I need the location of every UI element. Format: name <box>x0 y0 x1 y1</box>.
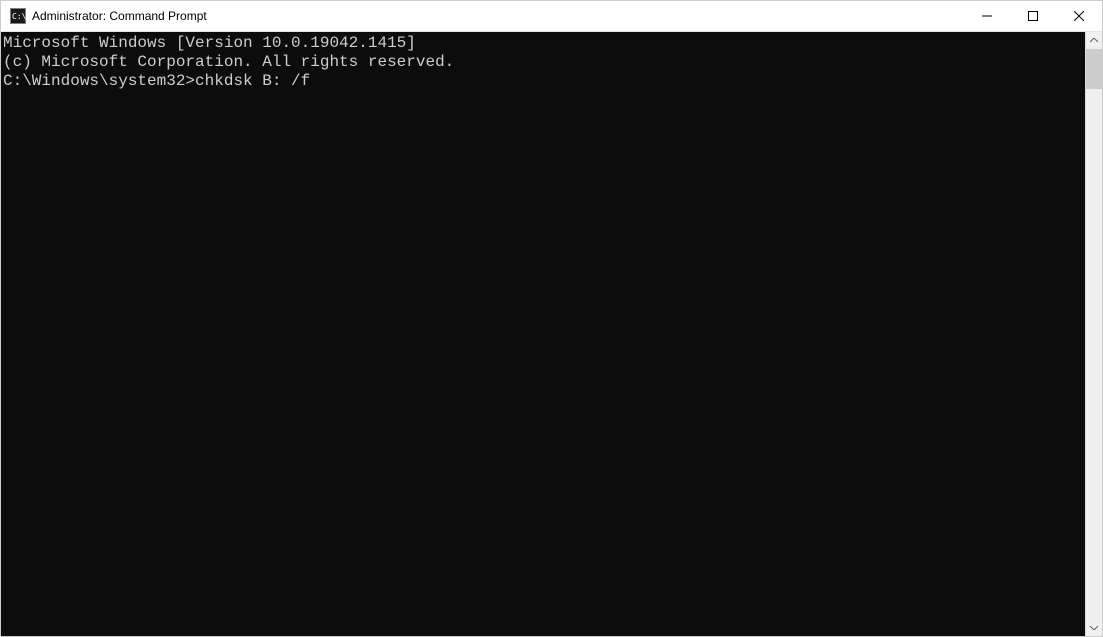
scrollbar-track[interactable] <box>1086 49 1102 619</box>
window-controls <box>964 1 1102 31</box>
cmd-icon: C:\ <box>10 8 26 24</box>
close-button[interactable] <box>1056 1 1102 31</box>
terminal-prompt-line: C:\Windows\system32>chkdsk B: /f <box>3 72 1085 91</box>
terminal-command: chkdsk B: /f <box>195 72 310 90</box>
content-area: Microsoft Windows [Version 10.0.19042.14… <box>1 32 1102 636</box>
scrollbar-thumb[interactable] <box>1086 49 1102 89</box>
terminal-line: (c) Microsoft Corporation. All rights re… <box>3 53 1085 72</box>
terminal-output[interactable]: Microsoft Windows [Version 10.0.19042.14… <box>1 32 1085 636</box>
scroll-down-icon[interactable] <box>1086 619 1102 636</box>
svg-text:C:\: C:\ <box>12 12 26 21</box>
cursor <box>310 73 319 90</box>
vertical-scrollbar[interactable] <box>1085 32 1102 636</box>
terminal-prompt: C:\Windows\system32> <box>3 72 195 90</box>
maximize-button[interactable] <box>1010 1 1056 31</box>
window-title: Administrator: Command Prompt <box>32 9 964 23</box>
minimize-button[interactable] <box>964 1 1010 31</box>
command-prompt-window: C:\ Administrator: Command Prompt Micros… <box>0 0 1103 637</box>
terminal-line: Microsoft Windows [Version 10.0.19042.14… <box>3 34 1085 53</box>
titlebar[interactable]: C:\ Administrator: Command Prompt <box>1 1 1102 32</box>
scroll-up-icon[interactable] <box>1086 32 1102 49</box>
